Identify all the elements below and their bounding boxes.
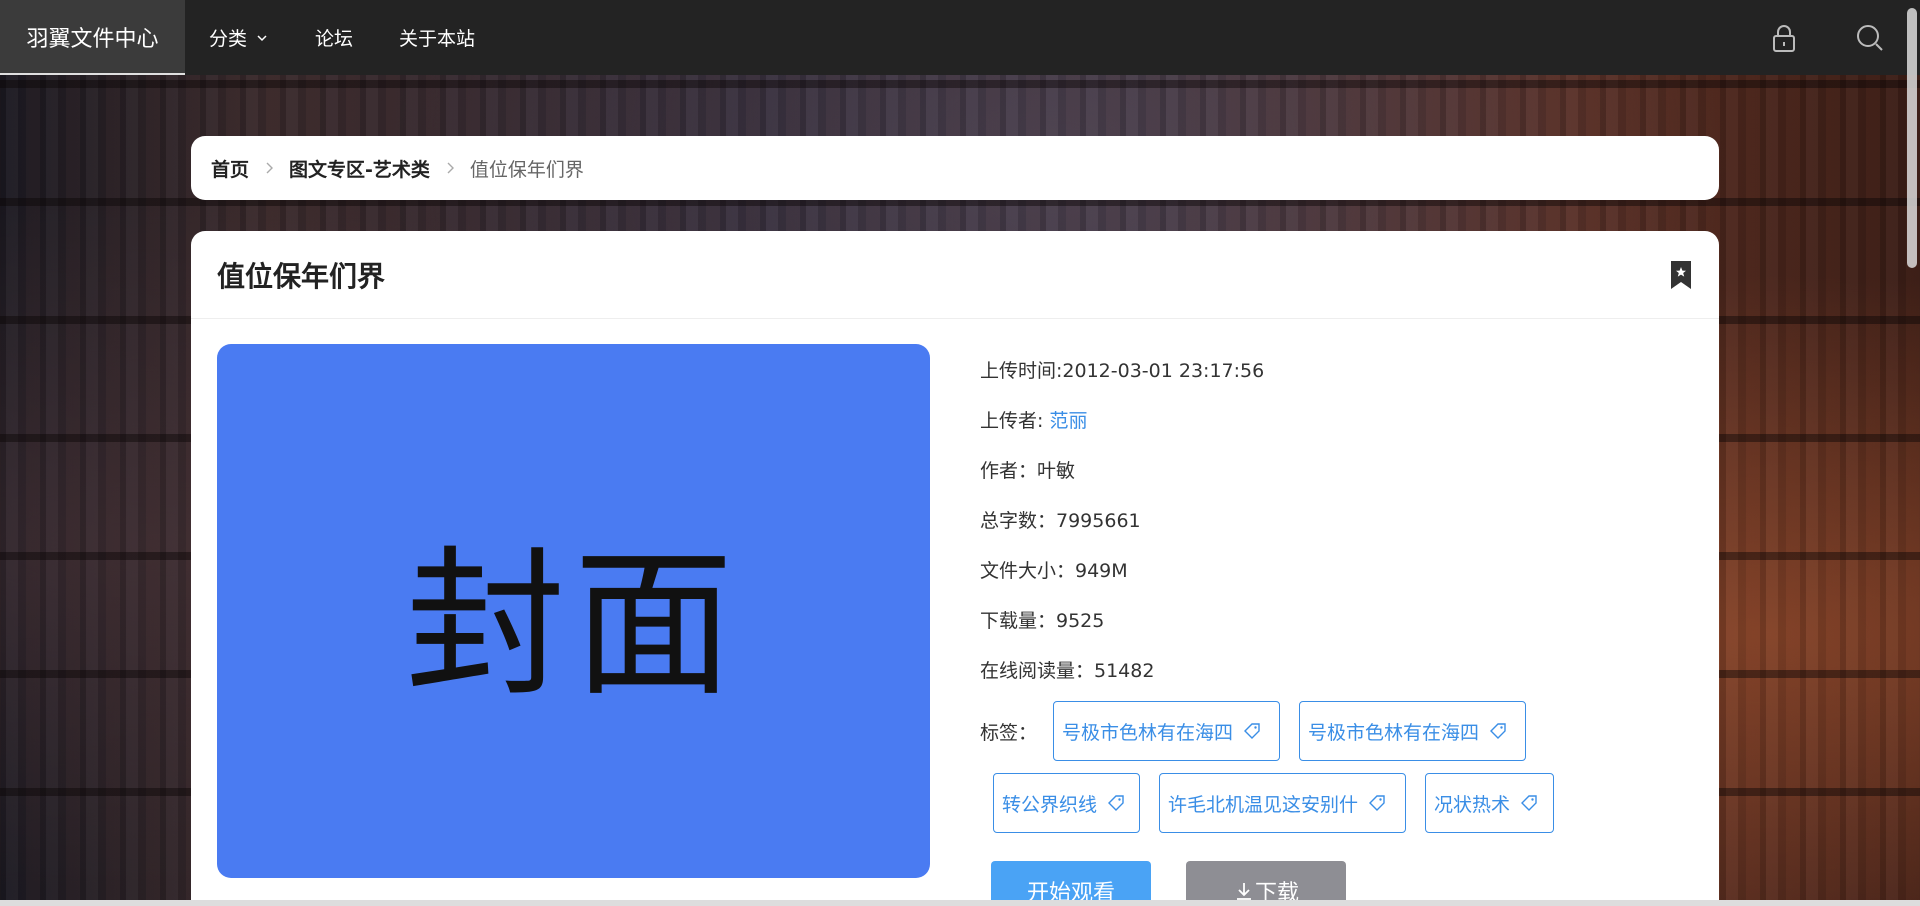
search-icon[interactable] [1854,22,1886,54]
tags-label: 标签： [980,721,1038,744]
download-icon [1236,883,1251,900]
breadcrumb-category[interactable]: 图文专区-艺术类 [289,155,430,182]
online-read-count: 在线阅读量：51482 [980,644,1700,694]
tag-item[interactable]: 号极市色林有在海四 [1053,701,1280,761]
upload-time-text: 上传时间:2012-03-01 23:17:56 [980,359,1265,382]
cover-text: 封面 [405,531,742,718]
lock-icon[interactable] [1768,22,1800,54]
nav-item-forum[interactable]: 论坛 [315,0,353,75]
nav-item-category-label: 分类 [209,28,248,50]
online-read-count-text: 在线阅读量：51482 [980,659,1155,682]
upload-time: 上传时间:2012-03-01 23:17:56 [980,344,1700,394]
chevron-right-icon [266,162,274,174]
horizontal-scrollbar[interactable] [0,900,1920,906]
tag-item[interactable]: 许毛北机温见这安别什 [1159,773,1406,833]
download-count: 下载量：9525 [980,594,1700,644]
nav-menu: 分类 论坛 关于本站 [209,0,521,75]
author: 作者：叶敏 [980,444,1700,494]
card-header: 值位保年们界 [191,231,1719,319]
nav-item-about[interactable]: 关于本站 [399,0,475,75]
tag-item[interactable]: 号极市色林有在海四 [1299,701,1526,761]
tag-label: 号极市色林有在海四 [1308,721,1480,744]
top-navbar: 羽翼文件中心 分类 论坛 关于本站 [0,0,1920,75]
scrollbar-thumb[interactable] [1907,8,1917,268]
uploader-label: 上传者: [980,409,1050,432]
page-scrollbar[interactable] [1902,0,1920,906]
file-meta: 上传时间:2012-03-01 23:17:56 上传者: 范丽 作者：叶敏 总… [980,344,1700,694]
site-brand[interactable]: 羽翼文件中心 [0,0,185,75]
word-count: 总字数：7995661 [980,494,1700,544]
uploader: 上传者: 范丽 [980,394,1700,444]
tag-label: 号极市色林有在海四 [1062,721,1234,744]
tag-icon [1521,795,1537,811]
nav-item-category[interactable]: 分类 [209,0,269,75]
download-count-text: 下载量：9525 [980,609,1105,632]
file-detail-card: 值位保年们界 封面 上传时间:2012-03-01 23:17:56 上传者: … [191,231,1719,906]
tag-icon [1108,795,1124,811]
file-size-text: 文件大小：949M [980,559,1128,582]
nav-item-forum-label: 论坛 [315,28,354,50]
cover-image: 封面 [217,344,930,878]
tag-label: 况状热术 [1434,793,1511,816]
tag-icon [1490,723,1506,739]
page-title: 值位保年们界 [217,259,386,293]
tag-label: 转公界织线 [1002,793,1098,816]
tag-item[interactable]: 转公界织线 [993,773,1140,833]
uploader-link[interactable]: 范丽 [1049,406,1087,433]
file-size: 文件大小：949M [980,544,1700,594]
tag-icon [1244,723,1260,739]
breadcrumb: 首页 图文专区-艺术类 值位保年们界 [191,136,1719,200]
bookmark-icon[interactable] [1669,260,1693,290]
nav-actions [1714,0,1920,75]
tag-label: 许毛北机温见这安别什 [1168,793,1359,816]
nav-item-about-label: 关于本站 [399,28,476,50]
breadcrumb-home[interactable]: 首页 [211,155,249,182]
author-text: 作者：叶敏 [980,459,1076,482]
chevron-down-icon [257,34,267,41]
breadcrumb-current: 值位保年们界 [469,158,584,181]
word-count-text: 总字数：7995661 [980,509,1141,532]
chevron-right-icon [447,162,454,174]
tag-item[interactable]: 况状热术 [1425,773,1554,833]
tag-icon [1369,795,1385,811]
